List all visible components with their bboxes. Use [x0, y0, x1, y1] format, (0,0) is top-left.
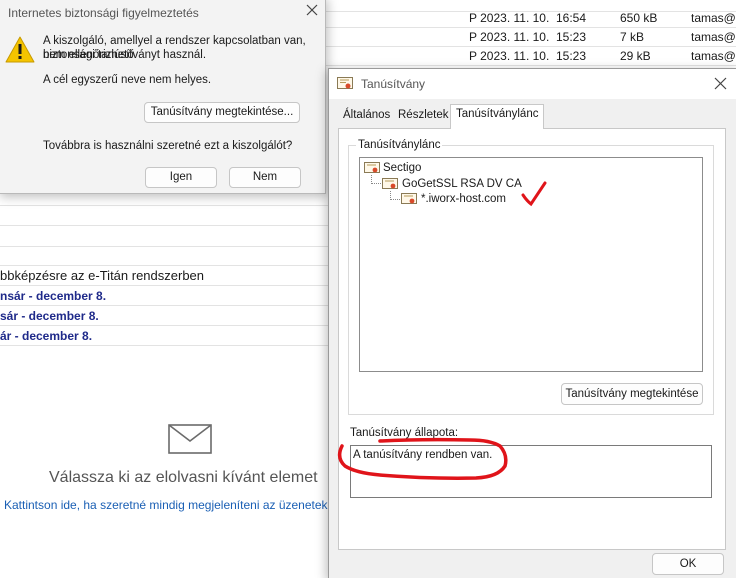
chain-group-label: Tanúsítványlánc: [356, 139, 443, 151]
status-text: A tanúsítvány rendben van.: [353, 449, 493, 461]
close-icon[interactable]: [305, 3, 319, 17]
mail-from: tamas@: [691, 11, 736, 25]
certificate-icon: [337, 77, 353, 89]
certificate-icon: [401, 193, 417, 204]
view-certificate-button[interactable]: Tanúsítvány megtekintése: [561, 383, 703, 405]
view-certificate-button[interactable]: Tanúsítvány megtekintése...: [144, 102, 300, 123]
warning-message: biztonsági tanúsítványt használ.: [43, 49, 207, 61]
tab-certification-path[interactable]: Tanúsítványlánc: [450, 104, 545, 129]
dialog-title: Internetes biztonsági figyelmeztetés: [8, 6, 199, 20]
no-button[interactable]: Nem: [229, 167, 301, 188]
envelope-icon: [168, 424, 212, 454]
chain-item-leaf[interactable]: *.iworx-host.com: [421, 193, 506, 205]
status-box[interactable]: A tanúsítvány rendben van.: [350, 445, 712, 498]
warning-detail: A cél egyszerű neve nem helyes.: [43, 74, 212, 86]
mail-date: P 2023. 11. 10. 16:54: [469, 11, 586, 25]
mail-size: 650 kB: [620, 11, 658, 25]
certificate-icon: [382, 178, 398, 189]
dialog-title: Tanúsítvány: [361, 77, 426, 91]
yes-button[interactable]: Igen: [145, 167, 217, 188]
mail-date: P 2023. 11. 10. 15:23: [469, 49, 586, 63]
mail-subject[interactable]: sár - december 8.: [0, 309, 99, 323]
mail-size: 7 kB: [620, 30, 645, 44]
tree-connector: [390, 191, 400, 200]
tab-details[interactable]: Részletek: [393, 106, 454, 127]
mail-subject[interactable]: bbképzésre az e-Titán rendszerben: [0, 268, 204, 283]
certificate-icon: [364, 162, 380, 173]
close-icon[interactable]: [714, 77, 727, 90]
chain-item-intermediate[interactable]: GoGetSSL RSA DV CA: [402, 178, 522, 190]
mail-from: tamas@: [691, 30, 736, 44]
mail-subject[interactable]: ár - december 8.: [0, 329, 92, 343]
chain-item-root[interactable]: Sectigo: [383, 162, 421, 174]
mail-from: tamas@: [691, 49, 736, 63]
mail-subject[interactable]: nsár - december 8.: [0, 289, 106, 303]
confirm-question: Továbbra is használni szeretné ezt a kis…: [43, 140, 293, 152]
mail-date: P 2023. 11. 10. 15:23: [469, 30, 586, 44]
ok-button[interactable]: OK: [652, 553, 724, 575]
certificate-dialog: Tanúsítvány Általános Részletek Tanúsítv…: [328, 68, 736, 578]
title-bar: Tanúsítvány: [329, 69, 736, 99]
certificate-chain-tree[interactable]: Sectigo GoGetSSL RSA DV CA *.iworx-host.…: [359, 157, 703, 372]
security-warning-dialog: Internetes biztonsági figyelmeztetés A k…: [0, 0, 326, 194]
reading-pane-message: Válassza ki az elolvasni kívánt elemet: [49, 469, 318, 486]
tree-connector: [371, 175, 381, 184]
mail-size: 29 kB: [620, 49, 651, 63]
warning-icon: [5, 36, 35, 63]
tab-general[interactable]: Általános: [338, 106, 395, 127]
always-show-link[interactable]: Kattintson ide, ha szeretné mindig megje…: [4, 498, 338, 512]
status-label: Tanúsítvány állapota:: [350, 427, 459, 439]
